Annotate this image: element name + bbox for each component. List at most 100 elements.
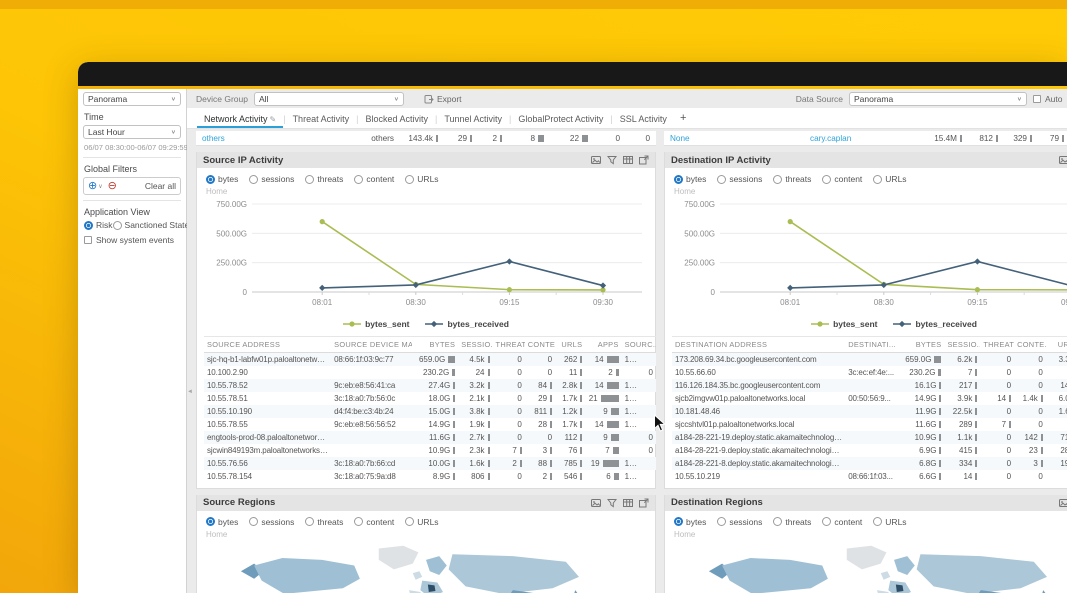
device-mac-link[interactable]: 3c:18:a0:75:9a:d8: [331, 470, 412, 483]
maximize-icon[interactable]: [639, 155, 649, 165]
device-mac-link[interactable]: 08:66:1f:03...: [845, 470, 898, 483]
metric-radio-content[interactable]: [354, 517, 364, 526]
address-link[interactable]: 10.100.2.90: [204, 366, 331, 379]
address-link[interactable]: sjc-hq-b1-labfw01p.paloaltonetworks.l...: [204, 352, 332, 366]
tab-globalprotect-activity[interactable]: GlobalProtect Activity: [511, 110, 610, 128]
device-mac-link[interactable]: d4:f4:be:c3:4b:24: [331, 404, 412, 418]
clear-all-button[interactable]: Clear all: [145, 181, 176, 191]
metric-option-urls[interactable]: URLs: [873, 517, 907, 527]
metric-radio-bytes[interactable]: [206, 174, 215, 184]
metric-radio-sessions[interactable]: [717, 517, 727, 526]
column-header-conte[interactable]: CONTE...: [1014, 336, 1046, 353]
table-row[interactable]: engtools-prod-08.paloaltonetworks.local 1…: [204, 430, 656, 444]
metric-option-urls[interactable]: URLs: [405, 174, 439, 184]
table-row[interactable]: sjc-hq-b1-labfw01p.paloaltonetworks.l...…: [204, 352, 656, 366]
legend-item-bytes-sent[interactable]: bytes_sent: [811, 319, 877, 329]
metric-radio-bytes[interactable]: [674, 174, 683, 184]
address-link[interactable]: 10.55.78.51: [204, 392, 331, 405]
metric-radio-urls[interactable]: [405, 174, 415, 184]
table-row[interactable]: a184-28-221-19.deploy.static.akamaitechn…: [672, 430, 1067, 444]
legend-item-bytes-received[interactable]: bytes_received: [893, 319, 977, 329]
column-header-destination-address[interactable]: DESTINATION ADDRESS: [672, 336, 846, 353]
table-row[interactable]: 10.55.78.154 3c:18:a0:75:9a:d8 8.9G 806 0 2 54…: [204, 470, 656, 483]
breadcrumb[interactable]: Home: [674, 187, 1067, 196]
column-header-sourc[interactable]: SOURC...: [621, 336, 656, 353]
truncated-widget-row-right[interactable]: Nonecary.caplan15.4M8123297904: [664, 131, 1067, 146]
column-header-destinati[interactable]: DESTINATI...: [845, 336, 898, 353]
add-tab-button[interactable]: +: [674, 110, 692, 128]
device-mac-link[interactable]: 3c:ec:ef:4e:...: [845, 366, 898, 379]
metric-radio-bytes[interactable]: [206, 517, 215, 526]
table-row[interactable]: 10.55.78.51 3c:18:a0:7b:56:0c 18.0G 2.1k 0 29…: [204, 392, 656, 405]
metric-option-bytes[interactable]: bytes: [674, 174, 706, 184]
metric-option-content[interactable]: content: [354, 174, 394, 184]
metric-radio-urls[interactable]: [873, 517, 883, 526]
auto-refresh-checkbox[interactable]: [1033, 94, 1041, 103]
metric-option-urls[interactable]: URLs: [873, 174, 907, 184]
device-mac-link[interactable]: 9c:eb:e8:56:41:ca: [331, 378, 412, 392]
export-image-icon[interactable]: [591, 155, 601, 165]
metric-option-sessions[interactable]: sessions: [249, 517, 294, 527]
address-link[interactable]: 10.181.48.46: [672, 404, 846, 418]
metric-radio-bytes[interactable]: [674, 517, 683, 526]
metric-option-threats[interactable]: threats: [773, 517, 811, 527]
export-image-icon[interactable]: [1059, 498, 1067, 508]
metric-radio-threats[interactable]: [305, 174, 315, 184]
destination-ip-line-chart[interactable]: 0 250.00G 500.00G 750.00G 08:01 08:30 09:15 09:…: [672, 196, 1067, 318]
table-row[interactable]: 10.181.48.4611.9G22.5k001.6k3: [672, 404, 1067, 418]
address-link[interactable]: 116.126.184.35.bc.googleusercontent.com: [672, 378, 846, 392]
table-row[interactable]: 116.126.184.35.bc.googleusercontent.com 1…: [672, 378, 1067, 392]
table-row[interactable]: 10.55.78.52 9c:eb:e8:56:41:ca 27.4G 3.2k 0 84…: [204, 378, 656, 392]
metric-radio-urls[interactable]: [873, 174, 883, 184]
metric-radio-urls[interactable]: [405, 517, 415, 526]
tab-tunnel-activity[interactable]: Tunnel Activity: [437, 110, 509, 128]
export-button[interactable]: Export: [424, 94, 462, 104]
address-link[interactable]: a184-28-221-9.deploy.static.akamaitechno…: [672, 444, 845, 457]
column-header-bytes[interactable]: BYTES: [897, 336, 945, 353]
tab-network-activity[interactable]: Network Activity ✎: [197, 110, 284, 128]
tab-blocked-activity[interactable]: Blocked Activity: [358, 110, 435, 128]
column-header-urls[interactable]: URLS: [1045, 336, 1067, 353]
table-row[interactable]: 10.55.78.55 9c:eb:e8:56:56:52 14.9G 1.9k 0 28…: [204, 418, 656, 431]
risk-radio[interactable]: [84, 220, 93, 230]
address-link[interactable]: a184-28-221-19.deploy.static.akamaitechn…: [672, 430, 846, 444]
metric-radio-content[interactable]: [822, 517, 832, 526]
show-system-events-checkbox[interactable]: [84, 236, 92, 244]
device-mac-link[interactable]: 08:66:1f:03:9c:77: [331, 352, 412, 366]
legend-item-bytes-sent[interactable]: bytes_sent: [343, 319, 409, 329]
table-row[interactable]: 10.100.2.90 230.2G 24 0 0 11 2 0: [204, 366, 656, 379]
device-mac-link[interactable]: 9c:eb:e8:56:56:52: [331, 418, 412, 431]
address-link[interactable]: sjccshtvl01p.paloaltonetworks.local: [672, 418, 845, 431]
metric-option-content[interactable]: content: [354, 517, 394, 527]
filter-icon[interactable]: [607, 498, 617, 508]
window-titlebar[interactable]: [78, 62, 1067, 86]
sanctioned-state-radio[interactable]: [112, 220, 122, 230]
metric-option-bytes[interactable]: bytes: [206, 174, 238, 184]
address-link[interactable]: 173.208.69.34.bc.googleusercontent.com: [672, 352, 846, 366]
column-header-sessio[interactable]: SESSIO...: [944, 336, 981, 353]
column-header-sessio[interactable]: SESSIO...: [458, 336, 493, 353]
breadcrumb[interactable]: Home: [206, 530, 648, 539]
table-row[interactable]: sjcb2imgvw01p.paloaltonetworks.local 00:5…: [672, 392, 1067, 405]
address-link[interactable]: sjcb2imgvw01p.paloaltonetworks.local: [672, 392, 845, 405]
column-header-source-device-mac[interactable]: SOURCE DEVICE MAC: [331, 336, 412, 353]
metric-radio-sessions[interactable]: [717, 174, 727, 184]
remove-filter-icon[interactable]: ⊖: [108, 180, 117, 192]
context-select[interactable]: Panorama ∨: [83, 92, 181, 106]
table-row[interactable]: 10.55.10.21908:66:1f:03...6.6G140013: [672, 470, 1067, 483]
address-link[interactable]: 10.55.66.60: [672, 366, 845, 379]
metric-option-threats[interactable]: threats: [773, 174, 811, 184]
source-ip-line-chart[interactable]: 0 250.00G 500.00G 750.00G 08:01 08:30 09:15 09:…: [204, 196, 650, 318]
column-header-threats[interactable]: THREATS: [980, 336, 1015, 353]
device-mac-link[interactable]: 3c:18:a0:7b:56:0c: [331, 392, 412, 405]
column-header-urls[interactable]: URLS: [555, 336, 586, 353]
address-link[interactable]: 10.55.78.52: [204, 378, 332, 392]
metric-option-sessions[interactable]: sessions: [249, 174, 294, 184]
column-header-conte[interactable]: CONTE...: [524, 336, 556, 353]
source-regions-map[interactable]: [204, 541, 648, 593]
filter-icon[interactable]: [607, 155, 617, 165]
export-image-icon[interactable]: [591, 498, 601, 508]
table-row[interactable]: sjccshtvl01p.paloaltonetworks.local 11.6G…: [672, 418, 1067, 431]
address-link[interactable]: 10.55.10.219: [672, 470, 845, 483]
legend-item-bytes-received[interactable]: bytes_received: [425, 319, 509, 329]
